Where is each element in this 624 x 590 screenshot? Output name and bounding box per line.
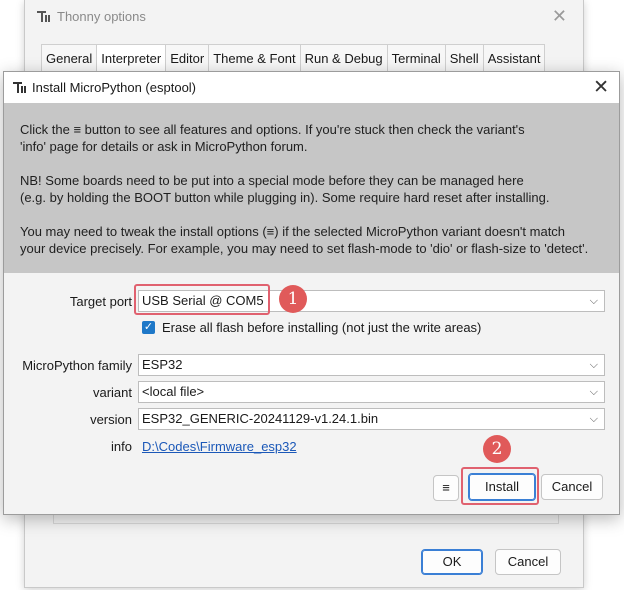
- tab-run-debug[interactable]: Run & Debug: [299, 44, 387, 72]
- version-value: ESP32_GENERIC-20241129-v1.24.1.bin: [142, 411, 379, 426]
- tab-theme-font[interactable]: Theme & Font: [208, 44, 300, 72]
- info-link[interactable]: D:\Codes\Firmware_esp32: [142, 439, 297, 454]
- version-label: version: [90, 412, 132, 427]
- info-line: 'info' page for details or ask in MicroP…: [20, 139, 308, 154]
- variant-label: variant: [92, 385, 132, 400]
- thonny-app-icon: [37, 11, 50, 22]
- info-line: You may need to tweak the install option…: [20, 224, 566, 239]
- options-titlebar: Thonny options ✕: [25, 0, 583, 34]
- family-value: ESP32: [142, 357, 183, 372]
- erase-flash-label: Erase all flash before installing (not j…: [162, 320, 482, 335]
- tab-shell[interactable]: Shell: [444, 44, 483, 72]
- chevron-down-icon: ⌵: [589, 295, 598, 307]
- thonny-app-icon: [13, 82, 26, 93]
- tab-general[interactable]: General: [41, 44, 97, 72]
- highlight-target-port: [134, 284, 270, 315]
- options-close-icon[interactable]: ✕: [552, 6, 567, 27]
- annotation-badge-2: 2: [483, 435, 511, 463]
- family-select[interactable]: ESP32 ⌵: [138, 354, 605, 376]
- ok-button[interactable]: OK: [421, 549, 483, 575]
- info-line: (e.g. by holding the BOOT button while p…: [20, 190, 550, 205]
- info-line: NB! Some boards need to be put into a sp…: [20, 173, 524, 188]
- dialog-title: Install MicroPython (esptool): [32, 80, 197, 95]
- dialog-close-icon[interactable]: ✕: [593, 76, 609, 99]
- chevron-down-icon: ⌵: [589, 413, 598, 425]
- dialog-info-text: Click the ≡ button to see all features a…: [4, 103, 619, 273]
- variant-value: <local file>: [142, 384, 205, 399]
- erase-flash-checkbox[interactable]: ✓: [142, 321, 155, 334]
- tab-editor[interactable]: Editor: [165, 44, 209, 72]
- tab-interpreter[interactable]: Interpreter: [96, 44, 166, 72]
- target-port-label: Target port: [69, 294, 132, 309]
- chevron-down-icon: ⌵: [589, 386, 598, 398]
- options-tabs: General Interpreter Editor Theme & Font …: [41, 44, 546, 72]
- cancel-button[interactable]: Cancel: [541, 474, 603, 500]
- version-select[interactable]: ESP32_GENERIC-20241129-v1.24.1.bin ⌵: [138, 408, 605, 430]
- options-cancel-button[interactable]: Cancel: [495, 549, 561, 575]
- annotation-badge-1: 1: [279, 285, 307, 313]
- dialog-titlebar: Install MicroPython (esptool) ✕: [4, 72, 619, 103]
- info-line: your device precisely. For example, you …: [20, 241, 589, 256]
- info-label: info: [111, 439, 132, 454]
- chevron-down-icon: ⌵: [589, 359, 598, 371]
- install-button[interactable]: Install: [468, 473, 536, 501]
- options-window-title: Thonny options: [57, 9, 146, 24]
- variant-select[interactable]: <local file> ⌵: [138, 381, 605, 403]
- info-line: Click the ≡ button to see all features a…: [20, 122, 525, 137]
- tab-terminal[interactable]: Terminal: [386, 44, 445, 72]
- family-label: MicroPython family: [22, 358, 132, 373]
- install-micropython-dialog: Install MicroPython (esptool) ✕ Click th…: [3, 71, 620, 515]
- options-menu-button[interactable]: ≡: [433, 475, 459, 501]
- tab-assistant[interactable]: Assistant: [482, 44, 546, 72]
